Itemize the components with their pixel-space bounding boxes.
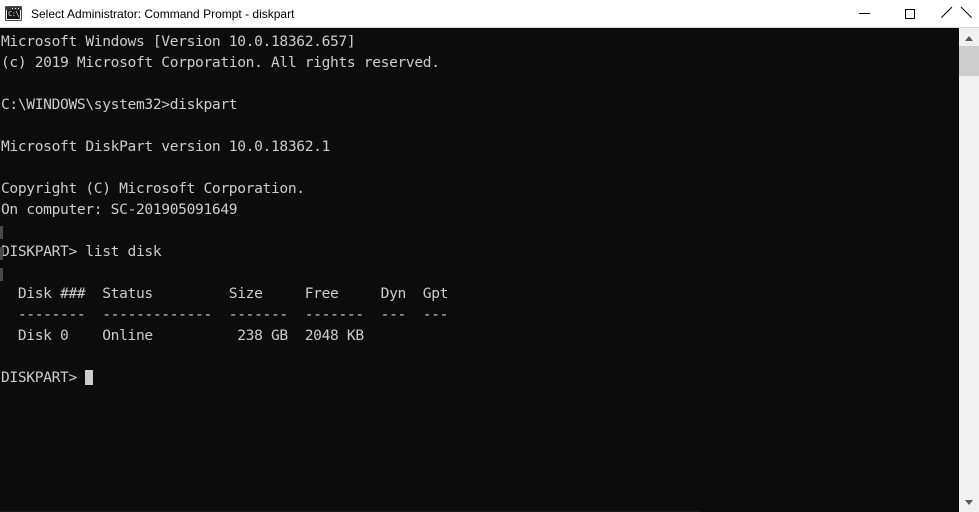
text-cursor xyxy=(85,370,94,385)
maximize-button[interactable] xyxy=(887,0,933,28)
command-prompt-window: C:\_ Select Administrator: Command Promp… xyxy=(0,0,979,512)
icon-screen: C:\_ xyxy=(7,10,20,19)
close-icon xyxy=(951,8,962,19)
console-output-area[interactable]: Microsoft Windows [Version 10.0.18362.65… xyxy=(0,28,958,512)
vertical-scrollbar[interactable] xyxy=(958,28,979,512)
console-client-area: Microsoft Windows [Version 10.0.18362.65… xyxy=(0,28,979,512)
title-bar-left: C:\_ Select Administrator: Command Promp… xyxy=(0,0,841,27)
chevron-up-icon xyxy=(965,35,973,41)
maximize-icon xyxy=(905,8,915,19)
scrollbar-thumb[interactable] xyxy=(959,46,979,76)
selection-edge-mark-2 xyxy=(0,247,3,260)
title-bar[interactable]: C:\_ Select Administrator: Command Promp… xyxy=(0,0,979,28)
scrollbar-up-arrow[interactable] xyxy=(959,28,979,48)
window-title: Select Administrator: Command Prompt - d… xyxy=(31,6,295,21)
command-prompt-icon: C:\_ xyxy=(5,6,22,21)
scrollbar-down-arrow[interactable] xyxy=(959,492,979,512)
icon-prompt-text: C:\_ xyxy=(8,10,20,18)
console-text: Microsoft Windows [Version 10.0.18362.65… xyxy=(1,33,449,386)
chevron-down-icon xyxy=(965,499,973,505)
selection-edge-mark-1 xyxy=(0,226,3,239)
selection-edge-mark-3 xyxy=(0,268,3,281)
window-controls xyxy=(841,0,979,28)
minimize-button[interactable] xyxy=(841,0,887,28)
minimize-icon xyxy=(858,13,870,14)
scrollbar-track[interactable] xyxy=(959,48,979,492)
close-button[interactable] xyxy=(933,0,979,28)
